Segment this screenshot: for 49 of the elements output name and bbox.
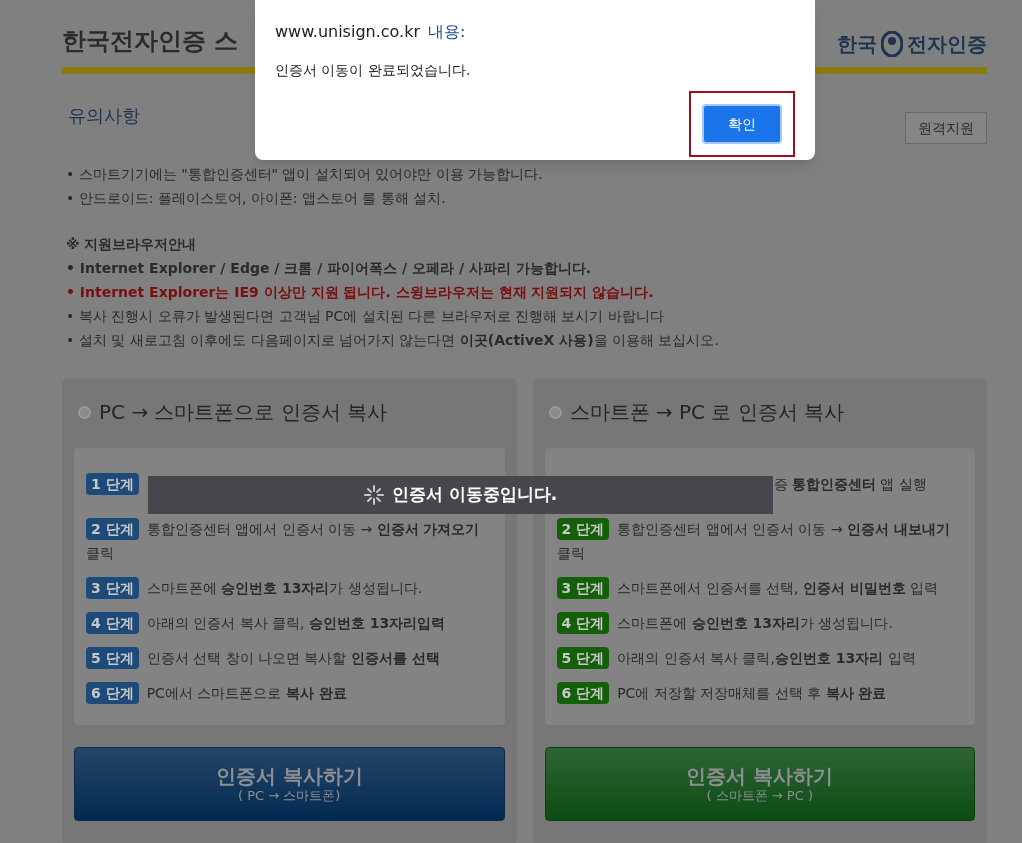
notice-line: • 설치 및 새로고침 이후에도 다음페이지로 넘어가지 않는다면 이곳(ActiveX 사용)을 이용해 보십시오. bbox=[66, 331, 720, 350]
step-text: 통합인증센터 앱에서 인증서 이동 → 인증서 가져오기 bbox=[146, 521, 480, 537]
ok-button[interactable]: 확인 bbox=[702, 104, 782, 144]
notice-line: • 스마트기기에는 "통합인증센터" 앱이 설치되어 있어야만 이용 가능합니다. bbox=[66, 165, 544, 184]
step-text: 증 통합인증센터 앱 실행 bbox=[773, 475, 927, 494]
step-badge: 2 단계 bbox=[556, 518, 610, 540]
bullet-icon bbox=[78, 405, 91, 419]
warning-line: • Internet Explorer는 IE9 이상만 지원 됩니다. 스윙브라우저는 현재 지원되지 않습니다. bbox=[66, 283, 655, 302]
notice-line: • 복사 진행시 오류가 발생된다면 고객님 PC에 설치된 다른 브라우저로 진행해 보시기 바랍니다 bbox=[66, 307, 665, 326]
notice-line: • 안드로이드: 플레이스토어, 아이폰: 앱스토어 를 통해 설치. bbox=[66, 189, 447, 208]
dialog-origin: www.unisign.co.kr bbox=[275, 21, 420, 43]
step-text-continued: 클릭 bbox=[86, 544, 114, 563]
remote-support-button[interactable]: 원격지원 bbox=[905, 112, 987, 144]
step-badge: 4 단계 bbox=[86, 612, 139, 634]
step-text: 인증서 선택 창이 나오면 복사할 인증서를 선택 bbox=[146, 650, 440, 666]
section-title: 유의사항 bbox=[67, 104, 140, 128]
copy-button[interactable]: 인증서 복사하기 ( 스마트폰 → PC ) bbox=[544, 747, 975, 821]
step-badge: 5 단계 bbox=[556, 647, 610, 669]
logo-text: 한국 bbox=[837, 31, 877, 58]
step-badge: 2 단계 bbox=[86, 518, 139, 540]
step-text: 스마트폰에 승인번호 13자리가 생성됩니다. bbox=[617, 615, 893, 631]
logo-text: 전자인증 bbox=[907, 31, 987, 58]
loading-text: 인증서 이동중입니다. bbox=[391, 483, 558, 507]
notice-line: • Internet Explorer / Edge / 크롬 / 파이어폭스 / 오페라 / 사파리 가능합니다. bbox=[66, 259, 593, 278]
step-text: 스마트폰에 승인번호 13자리가 생성됩니다. bbox=[146, 580, 423, 596]
step-text: PC에서 스마트폰으로 복사 완료 bbox=[146, 685, 347, 701]
step-text: PC에 저장할 저장매체를 선택 후 복사 완료 bbox=[617, 685, 887, 701]
step-badge: 5 단계 bbox=[86, 647, 139, 669]
step-text-continued: 클릭 bbox=[556, 544, 585, 563]
notice-heading: ※ 지원브라우저안내 bbox=[66, 235, 198, 254]
logo-icon bbox=[881, 31, 903, 57]
dialog-origin-suffix: 내용: bbox=[428, 21, 466, 43]
step-badge: 3 단계 bbox=[556, 577, 610, 599]
step-text: 통합인증센터 앱에서 인증서 이동 → 인증서 내보내기 bbox=[617, 521, 950, 537]
step-badge: 4 단계 bbox=[556, 612, 610, 634]
step-badge: 3 단계 bbox=[86, 577, 139, 599]
page-title: 한국전자인증 스 bbox=[62, 26, 239, 57]
step-badge: 1 단계 bbox=[86, 473, 139, 495]
dialog-message: 인증서 이동이 완료되었습니다. bbox=[275, 61, 472, 80]
step-text: 스마트폰에서 인증서를 선택, 인증서 비밀번호 입력 bbox=[617, 580, 939, 596]
step-text: 아래의 인증서 복사 클릭,승인번호 13자리 입력 bbox=[617, 650, 916, 666]
step-text: 아래의 인증서 복사 클릭, 승인번호 13자리입력 bbox=[146, 615, 446, 631]
bullet-icon bbox=[548, 405, 562, 419]
panel-title: 스마트폰 → PC 로 인증서 복사 bbox=[569, 399, 845, 426]
panel-title: PC → 스마트폰으로 인증서 복사 bbox=[99, 399, 388, 426]
step-badge: 6 단계 bbox=[86, 682, 139, 704]
step-badge: 6 단계 bbox=[556, 682, 610, 704]
spinner-icon bbox=[363, 485, 384, 505]
copy-button[interactable]: 인증서 복사하기 ( PC → 스마트폰) bbox=[74, 747, 505, 821]
